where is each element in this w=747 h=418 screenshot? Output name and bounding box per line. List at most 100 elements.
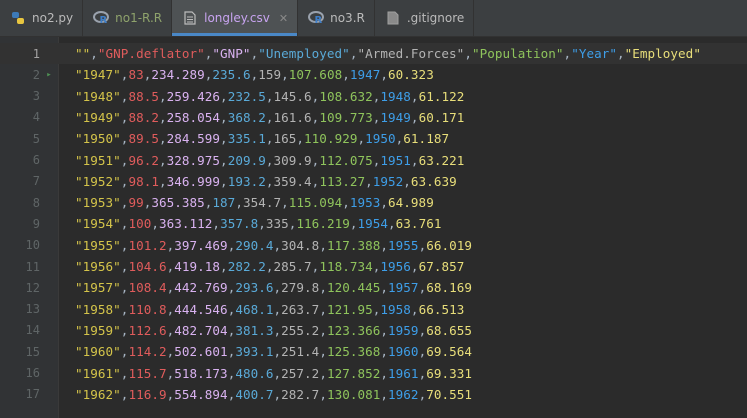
comma-separator: , xyxy=(410,301,419,317)
csv-cell: 125.368 xyxy=(326,344,381,360)
csv-cell: 88.5 xyxy=(128,88,159,104)
comma-separator: , xyxy=(158,152,167,168)
r-file-icon: R xyxy=(93,10,110,26)
csv-cell: 1954 xyxy=(357,216,389,232)
comma-separator: , xyxy=(319,237,327,253)
code-line[interactable]: 1 "","GNP.deflator","GNP","Unemployed","A… xyxy=(0,43,747,64)
csv-cell: 1953 xyxy=(349,195,381,211)
code-line[interactable]: 10 "1955",101.2,397.469,290.4,304.8,117.3… xyxy=(0,235,747,256)
csv-cell: 255.2 xyxy=(281,322,320,338)
csv-cell: 368.2 xyxy=(227,109,266,125)
comma-separator: , xyxy=(220,88,228,104)
csv-cell: 279.8 xyxy=(281,280,320,296)
code-text: "","GNP.deflator","GNP","Unemployed","Ar… xyxy=(58,46,701,61)
csv-cell: 363.112 xyxy=(158,216,213,232)
csv-cell: "1959" xyxy=(75,322,121,338)
comma-separator: , xyxy=(235,195,243,211)
code-line[interactable]: 9 "1954",100,363.112,357.8,335,116.219,19… xyxy=(0,213,747,234)
comma-separator: , xyxy=(273,322,282,338)
tab-no1-r[interactable]: R no1-R.R xyxy=(83,0,173,36)
comma-separator: , xyxy=(296,131,305,147)
csv-cell: 354.7 xyxy=(242,195,282,211)
csv-cell: 1957 xyxy=(388,280,419,296)
csv-cell: 101.2 xyxy=(128,237,167,253)
code-line[interactable]: 6 "1951",96.2,328.975,209.9,309.9,112.075… xyxy=(0,150,747,171)
tab-no3-r[interactable]: R no3.R xyxy=(298,0,375,36)
code-text: "1948",88.5,259.426,232.5,145.6,108.632,… xyxy=(58,89,464,104)
code-line[interactable]: 7 "1952",98.1,346.999,193.2,359.4,113.27,… xyxy=(0,171,747,192)
csv-cell: 357.8 xyxy=(220,216,259,232)
code-line[interactable]: 5 "1950",89.5,284.599,335.1,165,110.929,1… xyxy=(0,128,747,149)
code-line[interactable]: 8 "1953",99,365.385,187,354.7,115.094,195… xyxy=(0,192,747,213)
comma-separator: , xyxy=(380,280,389,296)
comma-separator: , xyxy=(158,173,167,189)
tab-gitignore[interactable]: .gitignore xyxy=(375,0,475,36)
code-line[interactable]: 15 "1960",114.2,502.601,393.1,251.4,125.3… xyxy=(0,341,747,362)
csv-cell: 110.929 xyxy=(304,131,358,147)
tab-label: longley.csv xyxy=(204,11,270,25)
code-line[interactable]: 17 "1962",116.9,554.894,400.7,282.7,130.0… xyxy=(0,384,747,405)
csv-cell: 112.6 xyxy=(128,322,167,338)
code-line[interactable]: 2 ▸ "1947",83,234.289,235.6,159,107.608,19… xyxy=(0,64,747,85)
code-editor[interactable]: 1 "","GNP.deflator","GNP","Unemployed","A… xyxy=(0,37,747,418)
csv-cell: 100 xyxy=(128,216,152,232)
csv-cell: 554.894 xyxy=(174,386,228,402)
comma-separator: , xyxy=(90,46,98,61)
csv-cell: "1951" xyxy=(75,152,121,168)
comma-separator: , xyxy=(220,109,228,125)
csv-cell: 127.852 xyxy=(326,365,381,381)
line-number: 13 xyxy=(25,302,40,317)
editor-tab-bar: no2.py R no1-R.R longley.csv ✕ R no3.R .… xyxy=(0,0,747,37)
svg-text:R: R xyxy=(315,15,323,25)
csv-cell: 109.773 xyxy=(319,109,373,125)
csv-cell: 1948 xyxy=(380,88,411,104)
csv-cell: "Armed.Forces" xyxy=(357,46,465,61)
comma-separator: , xyxy=(273,344,282,360)
csv-cell: 1950 xyxy=(365,131,396,147)
comma-separator: , xyxy=(319,301,327,317)
csv-cell: "Year" xyxy=(571,46,617,61)
csv-cell: 1955 xyxy=(388,237,419,253)
comma-separator: , xyxy=(616,46,625,61)
code-line[interactable]: 3 "1948",88.5,259.426,232.5,145.6,108.632… xyxy=(0,86,747,107)
csv-cell: 187 xyxy=(212,195,236,211)
comma-separator: , xyxy=(342,195,350,211)
code-line[interactable]: 11 "1956",104.6,419.18,282.2,285.7,118.73… xyxy=(0,256,747,277)
csv-cell: "1954" xyxy=(75,216,121,232)
comma-separator: , xyxy=(151,216,159,232)
comma-separator: , xyxy=(265,131,274,147)
csv-cell: 68.169 xyxy=(426,280,472,296)
csv-cell: 161.6 xyxy=(273,109,312,125)
csv-cell: "GNP" xyxy=(212,46,251,61)
code-line[interactable]: 14 "1959",112.6,482.704,381.3,255.2,123.3… xyxy=(0,320,747,341)
fold-marker-icon[interactable]: ▸ xyxy=(40,70,58,80)
code-line[interactable]: 4 "1949",88.2,258.054,368.2,161.6,109.773… xyxy=(0,107,747,128)
csv-cell: 63.761 xyxy=(395,216,442,232)
csv-cell: 1951 xyxy=(380,152,411,168)
csv-cell: 346.999 xyxy=(166,173,221,189)
line-number: 7 xyxy=(32,174,40,189)
csv-cell: 257.2 xyxy=(281,365,320,381)
csv-cell: 284.599 xyxy=(166,131,221,147)
close-icon[interactable]: ✕ xyxy=(279,12,288,25)
comma-separator: , xyxy=(357,131,366,147)
tab-longley-csv[interactable]: longley.csv ✕ xyxy=(172,0,299,36)
tab-no2-py[interactable]: no2.py xyxy=(0,0,84,36)
csv-cell: 67.857 xyxy=(418,259,465,274)
comma-separator: , xyxy=(265,88,274,104)
code-line[interactable]: 16 "1961",115.7,518.173,480.6,257.2,127.8… xyxy=(0,363,747,384)
code-line[interactable]: 12 "1957",108.4,442.769,293.6,279.8,120.4… xyxy=(0,277,747,298)
csv-cell: 130.081 xyxy=(326,386,381,402)
csv-cell: 282.2 xyxy=(227,259,266,274)
line-number: 2 xyxy=(32,67,40,82)
comma-separator: , xyxy=(212,216,221,232)
csv-cell: "1956" xyxy=(75,259,121,274)
csv-cell: 116.219 xyxy=(296,216,350,232)
code-line[interactable]: 13 "1958",110.8,444.546,468.1,263.7,121.9… xyxy=(0,299,747,320)
csv-cell: "1953" xyxy=(75,195,121,211)
comma-separator: , xyxy=(319,344,327,360)
csv-cell: 69.331 xyxy=(426,365,472,381)
csv-cell: 115.094 xyxy=(288,195,343,211)
csv-cell: 110.8 xyxy=(128,301,167,317)
csv-cell: 442.769 xyxy=(174,280,228,296)
